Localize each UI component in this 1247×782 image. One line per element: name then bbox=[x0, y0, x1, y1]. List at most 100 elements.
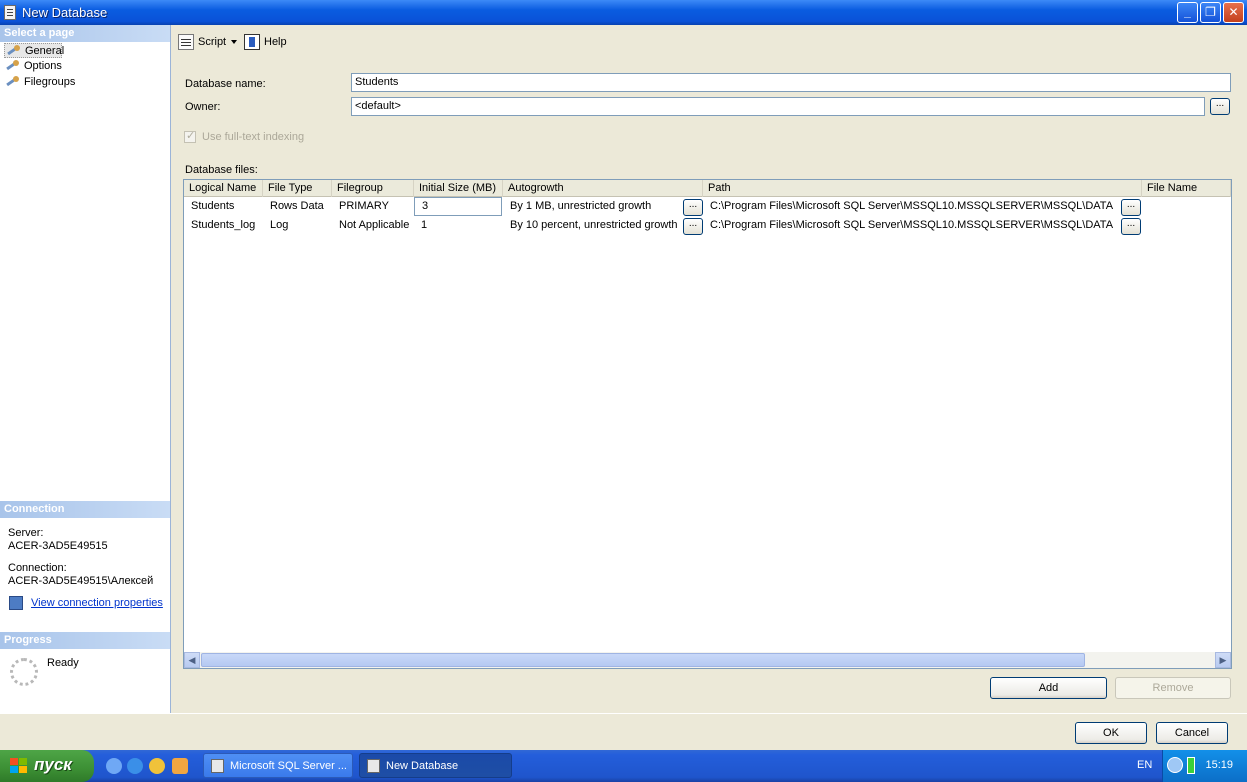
battery-icon[interactable] bbox=[1187, 757, 1195, 774]
column-header[interactable]: File Name bbox=[1142, 180, 1231, 197]
autogrowth-browse-button[interactable]: ... bbox=[683, 218, 703, 235]
cell-path[interactable]: C:\Program Files\Microsoft SQL Server\MS… bbox=[703, 216, 1121, 235]
column-header[interactable]: Initial Size (MB) bbox=[414, 180, 503, 197]
remove-button[interactable]: Remove bbox=[1115, 677, 1231, 699]
fulltext-label: Use full-text indexing bbox=[202, 131, 305, 143]
progress-status: Ready bbox=[47, 657, 79, 669]
database-name-label: Database name: bbox=[185, 78, 266, 90]
cell-filegroup[interactable]: PRIMARY bbox=[332, 197, 414, 216]
cell-logical-name[interactable]: Students_log bbox=[184, 216, 263, 235]
help-icon bbox=[244, 34, 260, 50]
add-button[interactable]: Add bbox=[990, 677, 1107, 699]
cell-logical-name[interactable]: Students bbox=[184, 197, 263, 216]
column-header[interactable]: Filegroup bbox=[332, 180, 414, 197]
script-button[interactable]: Script bbox=[178, 34, 226, 50]
script-icon bbox=[178, 34, 194, 50]
wrench-icon bbox=[7, 45, 21, 57]
windows-flag-icon bbox=[10, 758, 28, 774]
tray-expand-icon[interactable] bbox=[1167, 757, 1183, 773]
grid-header: Logical Name File Type Filegroup Initial… bbox=[184, 180, 1231, 197]
page-item-label: Filegroups bbox=[24, 76, 76, 88]
cell-initial-size[interactable]: 3 bbox=[414, 197, 502, 216]
cell-file-name[interactable] bbox=[1142, 197, 1231, 216]
dialog-button-bar: OK Cancel bbox=[0, 713, 1247, 750]
quicklaunch-app-icon[interactable] bbox=[172, 758, 188, 774]
page-item-label: Options bbox=[24, 60, 62, 72]
scroll-left-icon[interactable]: ◀ bbox=[184, 652, 200, 668]
document-icon bbox=[367, 759, 380, 773]
sql-server-icon bbox=[211, 759, 224, 773]
database-files-grid[interactable]: Logical Name File Type Filegroup Initial… bbox=[183, 179, 1232, 669]
clock[interactable]: 15:19 bbox=[1205, 759, 1233, 771]
left-panel: Select a page General Options Filegroups… bbox=[0, 25, 171, 713]
path-browse-button[interactable]: ... bbox=[1121, 218, 1141, 235]
quicklaunch-chrome-icon[interactable] bbox=[149, 758, 165, 774]
quicklaunch-browser-icon[interactable] bbox=[106, 758, 122, 774]
cell-autogrowth[interactable]: By 10 percent, unrestricted growth bbox=[503, 216, 679, 235]
select-page-header: Select a page bbox=[0, 25, 170, 42]
page-item-filegroups[interactable]: Filegroups bbox=[4, 75, 75, 90]
script-label: Script bbox=[198, 36, 227, 48]
owner-browse-button[interactable]: ... bbox=[1210, 98, 1230, 115]
connection-label: Connection: bbox=[8, 562, 67, 574]
general-page: Database name: Students Owner: <default>… bbox=[172, 58, 1247, 713]
title-bar[interactable]: New Database _ ❐ ✕ bbox=[0, 0, 1247, 25]
autogrowth-browse-button[interactable]: ... bbox=[683, 199, 703, 216]
wrench-icon bbox=[6, 76, 20, 88]
horizontal-scrollbar[interactable]: ◀ ▶ bbox=[184, 652, 1231, 668]
start-label: пуск bbox=[34, 755, 72, 774]
cell-filegroup[interactable]: Not Applicable bbox=[332, 216, 414, 235]
language-indicator[interactable]: EN bbox=[1137, 759, 1152, 771]
server-value: ACER-3AD5E49515 bbox=[8, 540, 108, 552]
table-row[interactable]: Students_log Log Not Applicable 1 By 10 … bbox=[184, 216, 1231, 235]
system-tray: 15:19 bbox=[1162, 750, 1247, 782]
toolbar: Script Help bbox=[172, 25, 1247, 58]
ok-button[interactable]: OK bbox=[1075, 722, 1147, 744]
view-connection-properties-link[interactable]: View connection properties bbox=[31, 597, 163, 609]
page-item-general[interactable]: General bbox=[4, 43, 64, 58]
connection-value: ACER-3AD5E49515\Алексей bbox=[8, 575, 154, 587]
column-header[interactable]: File Type bbox=[263, 180, 332, 197]
cancel-button[interactable]: Cancel bbox=[1156, 722, 1228, 744]
owner-input[interactable]: <default> bbox=[351, 97, 1205, 116]
scroll-thumb[interactable] bbox=[201, 653, 1085, 667]
taskbar: пуск Microsoft SQL Server ... New Databa… bbox=[0, 750, 1247, 782]
cell-file-name[interactable] bbox=[1142, 216, 1231, 235]
database-name-input[interactable]: Students bbox=[351, 73, 1231, 92]
owner-label: Owner: bbox=[185, 101, 221, 113]
script-dropdown-icon[interactable] bbox=[231, 40, 237, 44]
fulltext-checkbox[interactable] bbox=[184, 129, 196, 143]
column-header[interactable]: Autogrowth bbox=[503, 180, 703, 197]
task-sql-server[interactable]: Microsoft SQL Server ... bbox=[203, 753, 353, 778]
server-label: Server: bbox=[8, 527, 44, 539]
column-header[interactable]: Path bbox=[703, 180, 1142, 197]
window-title: New Database bbox=[22, 5, 108, 20]
progress-spinner-icon bbox=[10, 658, 38, 686]
cell-file-type[interactable]: Log bbox=[263, 216, 332, 235]
help-label: Help bbox=[264, 36, 287, 48]
close-button[interactable]: ✕ bbox=[1223, 2, 1244, 23]
page-item-options[interactable]: Options bbox=[4, 59, 62, 74]
task-label: Microsoft SQL Server ... bbox=[230, 760, 347, 772]
wrench-icon bbox=[6, 60, 20, 72]
task-label: New Database bbox=[386, 760, 459, 772]
quicklaunch-ie-icon[interactable] bbox=[127, 758, 143, 774]
cell-file-type[interactable]: Rows Data bbox=[263, 197, 332, 216]
database-files-label: Database files: bbox=[185, 164, 258, 176]
minimize-button[interactable]: _ bbox=[1177, 2, 1198, 23]
connection-header: Connection bbox=[0, 501, 170, 518]
start-button[interactable]: пуск bbox=[0, 750, 94, 782]
task-new-database[interactable]: New Database bbox=[359, 753, 512, 778]
table-row[interactable]: Students Rows Data PRIMARY 3 By 1 MB, un… bbox=[184, 197, 1231, 216]
cell-autogrowth[interactable]: By 1 MB, unrestricted growth bbox=[503, 197, 679, 216]
progress-header: Progress bbox=[0, 632, 170, 649]
cell-path[interactable]: C:\Program Files\Microsoft SQL Server\MS… bbox=[703, 197, 1121, 216]
column-header[interactable]: Logical Name bbox=[184, 180, 263, 197]
connection-properties-icon bbox=[9, 596, 23, 610]
help-button[interactable]: Help bbox=[244, 34, 287, 50]
path-browse-button[interactable]: ... bbox=[1121, 199, 1141, 216]
restore-button[interactable]: ❐ bbox=[1200, 2, 1221, 23]
scroll-right-icon[interactable]: ▶ bbox=[1215, 652, 1231, 668]
cell-initial-size[interactable]: 1 bbox=[414, 216, 503, 235]
app-icon bbox=[4, 5, 16, 20]
